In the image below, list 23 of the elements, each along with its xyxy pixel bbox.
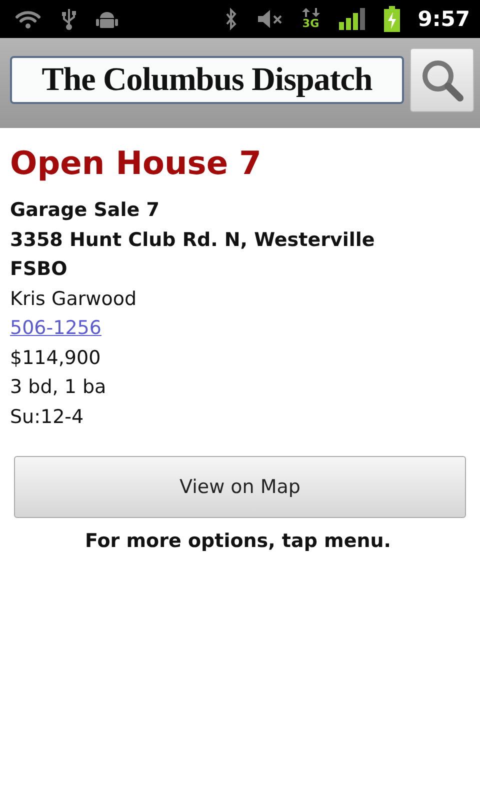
- battery-icon: [384, 6, 400, 32]
- bluetooth-icon: [224, 7, 238, 31]
- detail-text: FSBO: [10, 258, 68, 280]
- data-arrows-icon: [302, 8, 320, 17]
- clock: 9:57: [418, 7, 470, 31]
- phone-link[interactable]: 506-1256: [10, 317, 102, 339]
- search-icon: [420, 58, 464, 102]
- detail-text: $114,900: [10, 346, 101, 368]
- newspaper-logo: The Columbus Dispatch: [10, 56, 404, 104]
- menu-hint: For more options, tap menu.: [84, 530, 392, 552]
- network-type: 3G: [302, 17, 320, 30]
- signal-icon: [338, 7, 366, 31]
- detail-text: Garage Sale 7: [10, 199, 160, 221]
- view-on-map-button[interactable]: View on Map: [14, 456, 466, 518]
- detail-text: Kris Garwood: [10, 288, 137, 310]
- listing-title: Open House 7: [10, 144, 262, 182]
- detail-text: 3 bd, 1 ba: [10, 376, 106, 398]
- detail-text: Su:12-4: [10, 406, 84, 428]
- detail-text: 3358 Hunt Club Rd. N, Westerville: [10, 228, 375, 250]
- usb-icon: [60, 7, 78, 31]
- wifi-icon: [14, 8, 42, 30]
- search-button[interactable]: [410, 48, 474, 112]
- mute-icon: [256, 8, 284, 30]
